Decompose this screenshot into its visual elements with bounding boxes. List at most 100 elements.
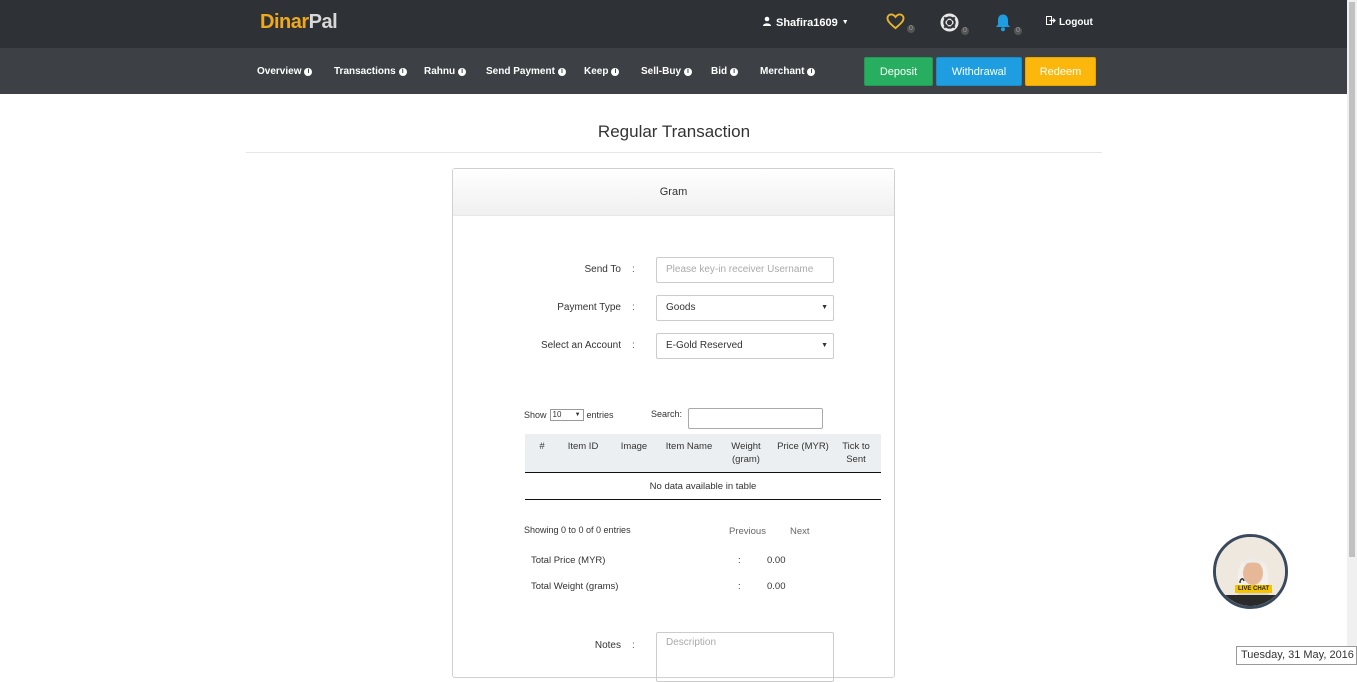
nav-item-label: Overview [257, 66, 302, 77]
nav-item-label: Send Payment [486, 66, 555, 77]
search-label: Search: [651, 409, 683, 419]
nav-item-label: Sell-Buy [641, 66, 682, 77]
entries-length-control: Show 10 ▼ entries [524, 409, 614, 421]
show-label: Show [524, 410, 547, 420]
logout-icon [1046, 16, 1056, 28]
table-header-row: # Item ID Image Item Name Weight (gram) … [525, 434, 881, 473]
total-price-value: 0.00 [767, 555, 786, 566]
send-to-input[interactable]: Please key-in receiver Username [656, 257, 834, 283]
previous-page-button[interactable]: Previous [729, 526, 766, 537]
caret-down-icon: ▼ [821, 342, 828, 349]
nav-item-label: Rahnu [424, 66, 456, 77]
nav-item-label: Keep [584, 66, 609, 77]
total-price-label: Total Price (MYR) [531, 555, 606, 566]
info-icon: i [611, 67, 620, 76]
live-chat-avatar-icon [1216, 537, 1285, 606]
notes-label: Notes [594, 640, 621, 651]
info-icon: i [557, 67, 566, 76]
info-icon: i [458, 67, 467, 76]
favorites-button[interactable]: 0 [886, 13, 915, 35]
user-menu[interactable]: Shafira1609 ▼ [762, 16, 849, 29]
column-header[interactable]: Image [607, 434, 661, 473]
notifications-button[interactable]: 0 [994, 13, 1022, 37]
page-title: Regular Transaction [597, 122, 751, 141]
support-count: 0 [961, 27, 969, 35]
username: Shafira1609 [776, 16, 838, 29]
search-input[interactable] [688, 408, 823, 429]
heart-icon [886, 13, 905, 35]
account-select[interactable]: E-Gold Reserved ▼ [656, 333, 834, 359]
colon: : [738, 555, 741, 566]
send-to-label: Send To [584, 264, 621, 275]
logout-link[interactable]: Logout [1046, 16, 1093, 28]
column-header[interactable]: Weight (gram) [717, 434, 775, 473]
next-page-button[interactable]: Next [790, 526, 810, 537]
nav-item-keep[interactable]: Keep i [584, 66, 620, 77]
chevron-down-icon: ▼ [841, 19, 849, 26]
nav-item-bid[interactable]: Bid i [711, 66, 739, 77]
page-scrollbar[interactable] [1347, 0, 1357, 665]
table-row: No data available in table [525, 472, 881, 500]
entries-select[interactable]: 10 ▼ [549, 409, 584, 421]
live-chat-button[interactable] [1213, 534, 1288, 609]
support-button[interactable]: 0 [940, 13, 969, 37]
lifebuoy-icon [940, 13, 959, 37]
column-header[interactable]: # [525, 434, 559, 473]
column-header[interactable]: Item Name [661, 434, 717, 473]
column-header[interactable]: Tick to Sent [831, 434, 881, 473]
nav-item-label: Transactions [334, 66, 396, 77]
date-display: Tuesday, 31 May, 2016 [1236, 646, 1357, 665]
info-icon: i [684, 67, 693, 76]
payment-type-value: Goods [666, 302, 696, 313]
nav-item-sell-buy[interactable]: Sell-Buy i [641, 66, 693, 77]
notes-textarea[interactable]: Description [656, 632, 834, 682]
empty-table-message: No data available in table [525, 472, 881, 500]
main-nav: Overview i Transactions i Rahnu i Send Paym… [0, 48, 1357, 94]
withdrawal-button[interactable]: Withdrawal [936, 57, 1022, 86]
transaction-panel: Gram Send To : Please key-in receiver Us… [452, 168, 895, 682]
redeem-button[interactable]: Redeem [1025, 57, 1096, 86]
info-icon: i [304, 67, 313, 76]
top-header: DinarPal Shafira1609 ▼ 0 0 0 Logout [0, 0, 1357, 48]
entries-value: 10 [552, 410, 562, 419]
total-weight-value: 0.00 [767, 581, 786, 592]
total-weight-label: Total Weight (grams) [531, 581, 619, 592]
payment-type-label: Payment Type [557, 302, 621, 313]
user-icon [762, 16, 772, 29]
notifications-count: 0 [1014, 27, 1022, 35]
info-icon: i [398, 67, 407, 76]
items-table: # Item ID Image Item Name Weight (gram) … [525, 434, 881, 500]
divider [246, 152, 1102, 153]
live-chat-label: LIVE CHAT [1235, 585, 1273, 593]
deposit-button[interactable]: Deposit [864, 57, 933, 86]
colon: : [632, 640, 635, 651]
table-info: Showing 0 to 0 of 0 entries [524, 525, 631, 535]
nav-item-label: Merchant [760, 66, 805, 77]
nav-item-send-payment[interactable]: Send Payment i [486, 66, 566, 77]
info-icon: i [807, 67, 816, 76]
account-label: Select an Account [540, 340, 621, 351]
nav-item-overview[interactable]: Overview i [257, 66, 313, 77]
info-icon: i [730, 67, 739, 76]
colon: : [738, 581, 741, 592]
logout-label: Logout [1059, 16, 1093, 28]
payment-type-select[interactable]: Goods ▼ [656, 295, 834, 321]
entries-label: entries [586, 410, 614, 420]
colon: : [632, 302, 635, 313]
colon: : [632, 340, 635, 351]
colon: : [632, 264, 635, 275]
column-header[interactable]: Item ID [559, 434, 607, 473]
brand-logo[interactable]: DinarPal [260, 11, 338, 34]
nav-item-rahnu[interactable]: Rahnu i [424, 66, 467, 77]
nav-item-transactions[interactable]: Transactions i [334, 66, 407, 77]
nav-item-merchant[interactable]: Merchant i [760, 66, 816, 77]
bell-icon [994, 13, 1012, 37]
nav-item-label: Bid [711, 66, 728, 77]
caret-down-icon: ▼ [574, 412, 581, 418]
panel-heading: Gram [453, 169, 894, 216]
column-header[interactable]: Price (MYR) [775, 434, 831, 473]
account-value: E-Gold Reserved [666, 340, 743, 351]
scrollbar-thumb[interactable] [1349, 2, 1355, 557]
favorites-count: 0 [907, 25, 915, 33]
caret-down-icon: ▼ [821, 304, 828, 311]
